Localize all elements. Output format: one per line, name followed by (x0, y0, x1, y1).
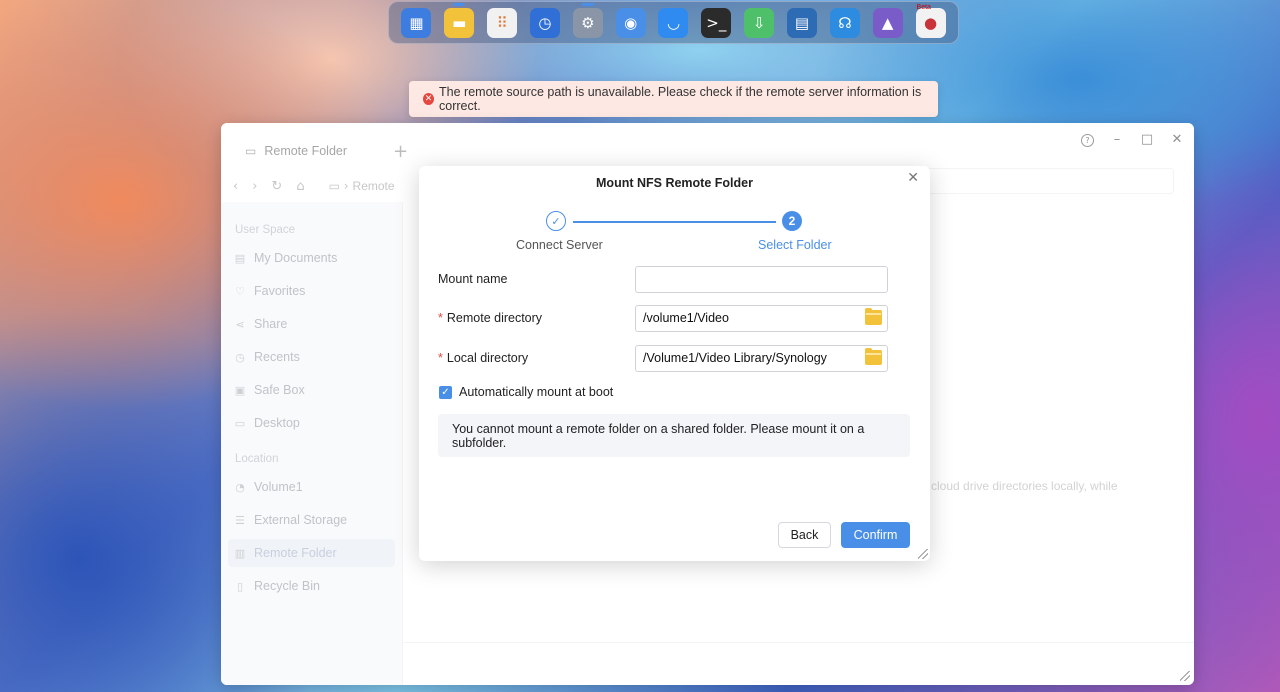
docker-app-icon[interactable]: ▤ (787, 7, 818, 38)
dialog-title: Mount NFS Remote Folder (596, 176, 753, 190)
settings-app-icon[interactable]: ⚙ (572, 2, 603, 38)
dashboard-glyph: ▦ (409, 13, 424, 32)
remote-directory-row: * Remote directory (438, 304, 888, 332)
mount-name-row: Mount name (438, 265, 888, 293)
back-button[interactable]: Back (778, 522, 831, 548)
settings-glyph: ⚙ (581, 13, 595, 32)
mount-name-input[interactable] (635, 265, 888, 293)
browse-folder-icon[interactable] (865, 347, 882, 365)
notes-glyph: ▬ (452, 13, 467, 32)
required-mark: * (438, 351, 443, 365)
docker-glyph: ▤ (794, 13, 810, 32)
dialog-resize-grip[interactable] (918, 549, 928, 559)
remote-directory-label: Remote directory (446, 311, 543, 325)
download-glyph: ⇩ (752, 13, 766, 32)
media-app-icon[interactable]: ▲ (872, 7, 903, 38)
beta-glyph: ● (924, 13, 938, 32)
local-directory-input[interactable] (635, 344, 888, 372)
auto-mount-checkbox[interactable]: ✓ (439, 385, 452, 399)
local-directory-label: Local directory (446, 351, 529, 365)
terminal-app-icon[interactable]: >_ (701, 7, 732, 38)
support-glyph: ☊ (838, 13, 852, 32)
window-resize-grip[interactable] (1180, 671, 1190, 681)
step-label: Select Folder (758, 238, 832, 252)
backup-glyph: ◷ (538, 13, 552, 32)
confirm-button[interactable]: Confirm (841, 522, 910, 548)
dialog-close-icon[interactable]: ✕ (907, 170, 919, 186)
notes-app-icon[interactable]: ▬ (444, 2, 475, 38)
beta-app-icon[interactable]: ● Beta (915, 4, 946, 38)
required-mark: * (438, 311, 443, 325)
auto-mount-label: Automatically mount at boot (459, 385, 614, 399)
info-note: You cannot mount a remote folder on a sh… (438, 414, 910, 457)
stepper: ✓ Connect Server 2 Select Folder (419, 211, 930, 255)
terminal-glyph: >_ (706, 13, 727, 32)
remote-directory-input[interactable] (635, 304, 888, 332)
app-center-icon-glyph: ⠿ (496, 13, 508, 32)
store-glyph: ◡ (666, 13, 681, 32)
dashboard-app-icon[interactable]: ▦ (401, 7, 432, 38)
storage-app-icon[interactable]: ◉ (615, 7, 646, 38)
beta-badge: Beta (916, 3, 931, 11)
dock: ▦ ▬ ⠿ ◷ ⚙ ◉ ◡ >_ ⇩ ▤ ☊ ▲ ● Beta (388, 1, 959, 44)
media-glyph: ▲ (881, 13, 894, 32)
app-center-icon[interactable]: ⠿ (487, 7, 518, 38)
storage-glyph: ◉ (624, 13, 638, 32)
step-number: 2 (782, 211, 802, 231)
error-icon: ✕ (423, 93, 435, 105)
browse-folder-icon[interactable] (865, 307, 882, 325)
backup-app-icon[interactable]: ◷ (529, 7, 560, 38)
download-app-icon[interactable]: ⇩ (744, 7, 775, 38)
support-app-icon[interactable]: ☊ (829, 7, 860, 38)
auto-mount-option[interactable]: ✓ Automatically mount at boot (439, 385, 613, 399)
mount-nfs-dialog: Mount NFS Remote Folder ✕ ✓ Connect Serv… (419, 166, 930, 561)
local-directory-row: * Local directory (438, 344, 888, 372)
toast-message: The remote source path is unavailable. P… (439, 85, 922, 113)
step-label: Connect Server (516, 238, 603, 252)
mount-name-label: Mount name (438, 272, 508, 286)
step-connector (573, 221, 776, 223)
error-toast: ✕ The remote source path is unavailable.… (409, 81, 938, 117)
check-icon: ✓ (546, 211, 566, 231)
store-app-icon[interactable]: ◡ (658, 7, 689, 38)
